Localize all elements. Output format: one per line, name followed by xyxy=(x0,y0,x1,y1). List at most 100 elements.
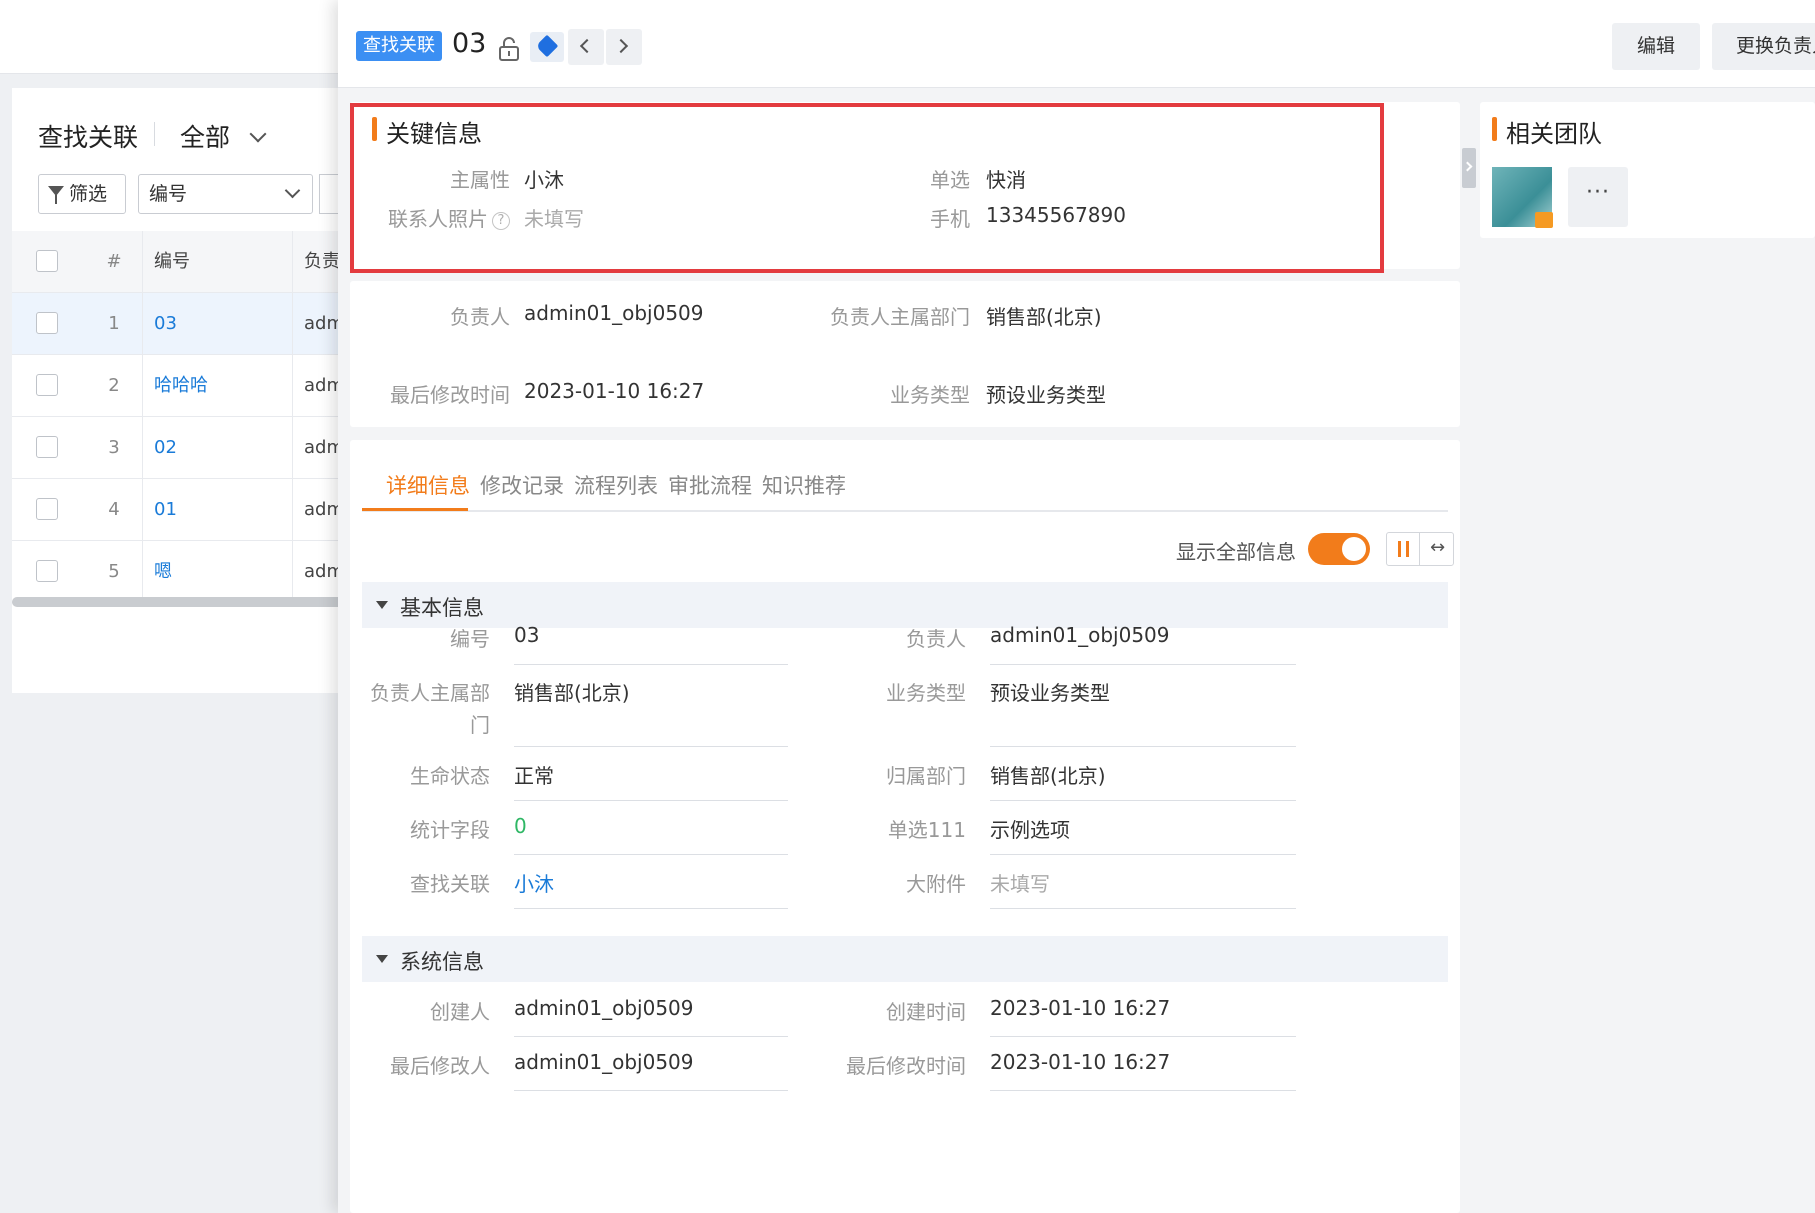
filter-icon-stem xyxy=(55,195,57,204)
next-record-button[interactable] xyxy=(606,29,642,65)
field-value: admin01_obj0509 xyxy=(514,996,694,1020)
column-divider xyxy=(142,293,143,355)
section-accent-bar xyxy=(372,117,377,141)
field-label: 归属部门 xyxy=(886,764,966,788)
column-divider xyxy=(292,479,293,541)
field-underline xyxy=(514,800,788,801)
field-value: 快消 xyxy=(986,168,1026,192)
field-value: 正常 xyxy=(514,764,554,788)
row-checkbox[interactable] xyxy=(36,436,58,458)
row-checkbox[interactable] xyxy=(36,498,58,520)
field-underline xyxy=(514,908,788,909)
row-index: 4 xyxy=(108,499,120,520)
tab-flow-list[interactable]: 流程列表 xyxy=(574,470,658,500)
show-all-toggle[interactable] xyxy=(1308,533,1370,565)
field-value: 2023-01-10 16:27 xyxy=(990,1050,1171,1074)
field-label: 生命状态 xyxy=(410,764,490,788)
summary-panel: 负责人 admin01_obj0509 负责人主属部门 销售部(北京) 最后修改… xyxy=(350,281,1460,427)
column-divider xyxy=(292,417,293,479)
lookup-link[interactable]: 小沐 xyxy=(514,868,554,897)
row-code-link[interactable]: 哈哈哈 xyxy=(154,355,208,417)
field-underline xyxy=(990,854,1296,855)
table-row[interactable]: 5 嗯 admin01_obj0509 xyxy=(12,541,345,603)
row-index: 3 xyxy=(108,437,120,458)
row-checkbox[interactable] xyxy=(36,374,58,396)
search-field-select[interactable]: 编号 xyxy=(138,174,313,214)
row-code-link[interactable]: 01 xyxy=(154,479,177,541)
column-divider xyxy=(292,541,293,603)
row-code-link[interactable]: 嗯 xyxy=(154,541,172,603)
column-divider xyxy=(292,231,293,293)
table-row[interactable]: 4 01 admin01_obj0509 xyxy=(12,479,345,541)
field-label: 查找关联 xyxy=(410,872,490,896)
table-row[interactable]: 1 03 admin01_obj0509 xyxy=(12,293,345,355)
record-title: 03 xyxy=(452,28,487,59)
field-label-text: 联系人照片 xyxy=(388,207,488,231)
field-label: 负责人主属部门 xyxy=(830,305,970,329)
list-title: 查找关联 xyxy=(38,123,139,152)
field-label: 单选 xyxy=(930,168,970,192)
row-index: 2 xyxy=(108,375,120,396)
field-value: 未填写 xyxy=(990,872,1050,896)
horizontal-scrollbar[interactable] xyxy=(12,597,345,607)
field-label: 手机 xyxy=(930,207,970,231)
field-value: 销售部(北京) xyxy=(514,681,630,705)
record-table: # 编号 负责人 1 03 admin01_obj0509 2 哈哈哈 xyxy=(12,231,345,603)
edit-button[interactable]: 编辑 xyxy=(1612,23,1700,70)
single-column-layout-icon[interactable]: ↔ xyxy=(1421,533,1454,565)
field-label: 单选111 xyxy=(887,818,966,842)
field-underline xyxy=(990,800,1296,801)
more-members-button[interactable]: ··· xyxy=(1568,167,1628,227)
tab-approval-flow[interactable]: 审批流程 xyxy=(668,470,752,500)
group-header-basic-info[interactable]: 基本信息 xyxy=(362,582,1448,628)
field-value: admin01_obj0509 xyxy=(514,1050,694,1074)
tag-icon[interactable] xyxy=(530,32,564,62)
section-title: 关键信息 xyxy=(386,120,482,148)
field-label: 主属性 xyxy=(450,168,510,192)
collapse-side-panel-button[interactable] xyxy=(1462,148,1476,188)
field-value: admin01_obj0509 xyxy=(990,623,1170,647)
row-code-link[interactable]: 03 xyxy=(154,293,177,355)
row-checkbox[interactable] xyxy=(36,560,58,582)
active-tab-indicator xyxy=(362,508,468,511)
column-header-code[interactable]: 编号 xyxy=(154,231,190,293)
tab-bar: 详细信息 修改记录 流程列表 审批流程 知识推荐 xyxy=(362,440,1448,512)
help-icon[interactable]: ? xyxy=(492,212,510,230)
chevron-right-icon xyxy=(613,38,629,54)
row-checkbox[interactable] xyxy=(36,312,58,334)
select-all-checkbox[interactable] xyxy=(36,250,58,272)
field-underline xyxy=(514,1090,788,1091)
field-underline xyxy=(514,854,788,855)
table-row[interactable]: 2 哈哈哈 admin01_obj0509 xyxy=(12,355,345,417)
field-underline xyxy=(990,1036,1296,1037)
tab-change-log[interactable]: 修改记录 xyxy=(480,470,564,500)
group-header-system-info[interactable]: 系统信息 xyxy=(362,936,1448,982)
field-label: 最后修改时间 xyxy=(846,1054,966,1078)
field-value: 销售部(北京) xyxy=(990,764,1106,788)
two-column-layout-icon[interactable] xyxy=(1387,533,1420,565)
caret-down-icon xyxy=(376,955,388,963)
previous-record-button[interactable] xyxy=(568,29,604,65)
field-underline xyxy=(990,908,1296,909)
layout-switch: ↔ xyxy=(1386,532,1454,566)
row-code-link[interactable]: 02 xyxy=(154,417,177,479)
key-info-panel: 关键信息 主属性 小沐 单选 快消 联系人照片? 未填写 手机 13345567… xyxy=(350,102,1460,269)
chevron-down-icon[interactable] xyxy=(249,125,267,143)
filter-button[interactable]: 筛选 xyxy=(38,174,126,214)
tab-knowledge[interactable]: 知识推荐 xyxy=(762,470,846,500)
avatar[interactable] xyxy=(1492,167,1553,228)
scope-selector[interactable]: 全部 xyxy=(180,118,230,154)
lock-icon[interactable] xyxy=(496,36,522,62)
group-title: 系统信息 xyxy=(400,950,484,974)
field-value: admin01_obj0509 xyxy=(524,301,704,325)
field-label: 业务类型 xyxy=(886,681,966,705)
column-divider xyxy=(142,479,143,541)
field-label: 大附件 xyxy=(906,872,966,896)
change-owner-button[interactable]: 更换负责人 xyxy=(1712,23,1815,70)
column-header-index: # xyxy=(106,251,122,272)
tab-detail-info[interactable]: 详细信息 xyxy=(386,470,470,500)
table-row[interactable]: 3 02 admin01_obj0509 xyxy=(12,417,345,479)
caret-down-icon xyxy=(376,601,388,609)
related-team-panel: 相关团队 ··· xyxy=(1480,102,1815,238)
section-title: 相关团队 xyxy=(1506,120,1602,148)
